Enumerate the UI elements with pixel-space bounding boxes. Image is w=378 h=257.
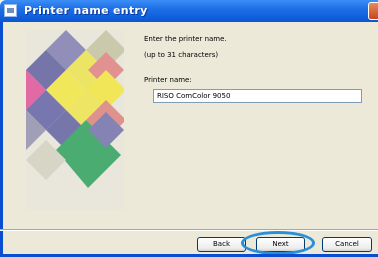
title-bar[interactable]: Printer name entry [0, 0, 378, 22]
window-title: Printer name entry [24, 4, 148, 17]
instruction-text: Enter the printer name. [144, 35, 227, 43]
printer-app-icon [4, 4, 17, 17]
printer-name-label: Printer name: [144, 76, 192, 84]
character-limit-text: (up to 31 characters) [144, 51, 219, 59]
decorative-diamond-art [26, 30, 124, 188]
wizard-decorative-image [26, 30, 124, 210]
next-button-highlight-ring [241, 231, 315, 255]
cancel-button[interactable]: Cancel [322, 237, 372, 252]
close-window-button[interactable] [368, 2, 378, 20]
button-area-separator [0, 229, 378, 231]
back-button[interactable]: Back [197, 237, 246, 252]
printer-name-input[interactable]: RISO ComColor 9050 [153, 89, 362, 103]
window-left-border [0, 22, 3, 257]
